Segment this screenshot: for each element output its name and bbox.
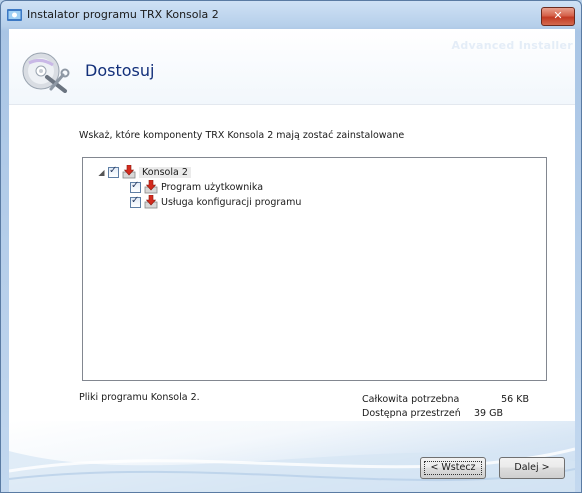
tree-label-konsola: Konsola 2 — [139, 166, 191, 178]
tree-label-usluga-konfiguracji: Usługa konfiguracji programu — [161, 196, 302, 208]
checkbox-usluga-konfiguracji[interactable] — [130, 195, 141, 208]
next-button[interactable]: Dalej > — [499, 457, 565, 479]
back-button[interactable]: < Wstecz — [420, 457, 486, 479]
installer-app-icon — [7, 9, 22, 21]
disk-space-info: Całkowita potrzebna 56 KB Dostępna przes… — [362, 392, 529, 420]
header-divider — [9, 104, 575, 105]
page-title: Dostosuj — [85, 61, 155, 80]
collapse-arrow-icon[interactable]: ◢ — [97, 168, 106, 177]
title-bar[interactable]: Instalator programu TRX Konsola 2 ✕ — [1, 1, 581, 29]
cd-tools-icon — [22, 52, 70, 93]
tree-item-konsola[interactable]: ◢ Konsola 2 — [97, 164, 191, 180]
required-space-label: Całkowita potrzebna — [362, 393, 460, 405]
dialog-content: Advanced Installer Dostosuj Wskaż, które… — [9, 29, 575, 492]
feature-tree[interactable]: ◢ Konsola 2 Program użytkownika — [82, 157, 547, 381]
install-feature-icon[interactable] — [122, 165, 136, 179]
tree-item-usluga-konfiguracji[interactable]: Usługa konfiguracji programu — [130, 194, 301, 210]
required-space-value: 56 KB — [501, 393, 529, 405]
checkbox-program-uzytkownika[interactable] — [130, 180, 141, 193]
dialog-footer: < Wstecz Dalej > — [9, 421, 575, 492]
checkbox-konsola[interactable] — [108, 165, 119, 178]
window-title: Instalator programu TRX Konsola 2 — [27, 8, 219, 21]
dialog-header: Advanced Installer Dostosuj — [9, 29, 575, 104]
instruction-text: Wskaż, które komponenty TRX Konsola 2 ma… — [79, 130, 405, 141]
brand-watermark: Advanced Installer — [451, 39, 573, 52]
installer-window: Instalator programu TRX Konsola 2 ✕ Adva… — [0, 0, 582, 493]
feature-description: Pliki programu Konsola 2. — [79, 392, 200, 403]
available-space-label: Dostępna przestrzeń — [362, 407, 461, 419]
footer-swoosh-decoration — [9, 447, 575, 492]
install-feature-icon[interactable] — [144, 180, 158, 194]
available-space-value: 39 GB — [474, 407, 503, 419]
tree-item-program-uzytkownika[interactable]: Program użytkownika — [130, 179, 263, 195]
install-feature-icon[interactable] — [144, 195, 158, 209]
close-button[interactable]: ✕ — [541, 7, 575, 26]
tree-label-program-uzytkownika: Program użytkownika — [161, 181, 264, 193]
